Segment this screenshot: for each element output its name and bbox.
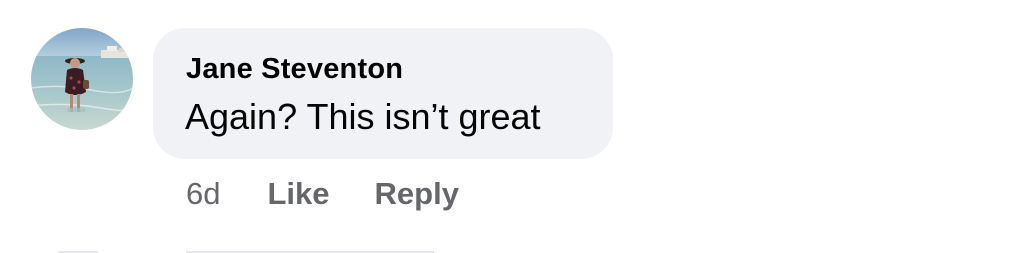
comment-timestamp[interactable]: 6d	[186, 176, 220, 212]
like-button[interactable]: Like	[267, 176, 329, 212]
avatar[interactable]	[31, 28, 133, 130]
avatar-photo	[31, 28, 133, 130]
comment-actions: 6d Like Reply	[186, 174, 459, 214]
comment-text: Again? This isn’t great	[185, 96, 541, 137]
comment: Jane Steventon Again? This isn’t great 6…	[0, 0, 1024, 253]
comment-bubble: Jane Steventon Again? This isn’t great	[153, 28, 613, 159]
reply-button[interactable]: Reply	[375, 176, 459, 212]
comment-author[interactable]: Jane Steventon	[186, 53, 403, 86]
